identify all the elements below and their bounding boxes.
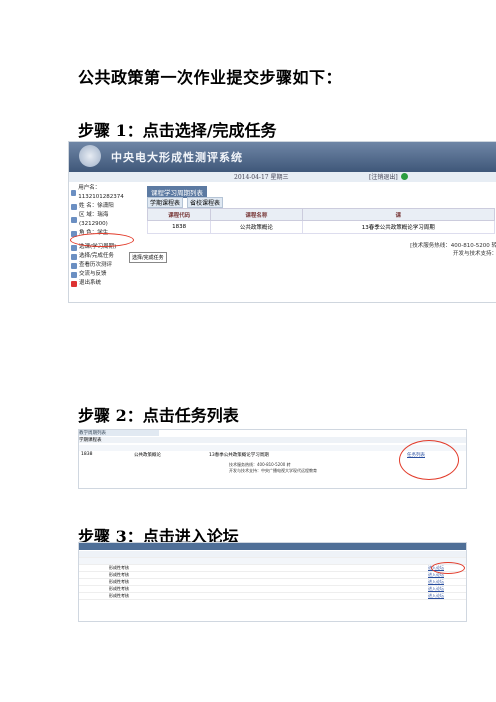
logout-icon[interactable]: [401, 173, 408, 180]
table-row: 形成性考核 进入论坛: [79, 565, 466, 572]
table-row: 形成性考核 进入论坛: [79, 586, 466, 593]
subheader: 学期课程表: [79, 437, 466, 443]
screenshot-step-1: 中央电大形成性测评系统 2014-04-17 星期三 [注销退出] 用户名：11…: [68, 141, 496, 303]
region-icon: [71, 217, 77, 223]
exit-icon: [71, 280, 77, 287]
highlight-circle: [70, 233, 134, 247]
logout-link[interactable]: [注销退出]: [369, 172, 398, 181]
menu-item-feedback[interactable]: 交流与反馈: [71, 270, 137, 279]
course-table: 课程代码 课程名称 课 1838 公共政策概论 13春季公共政策概论学习周期: [146, 208, 496, 234]
step-2-heading: 步骤 2：点击任务列表: [78, 406, 239, 425]
tooltip: 选择/完成任务: [129, 252, 167, 263]
system-banner: 中央电大形成性测评系统: [69, 142, 496, 172]
header-row: [79, 551, 466, 558]
step-1-heading: 步骤 1：点击选择/完成任务: [78, 121, 277, 140]
user-icon: [71, 190, 77, 196]
system-title: 中央电大形成性测评系统: [111, 151, 243, 164]
table-header: 课程名称: [210, 208, 303, 221]
menu-icon: [71, 271, 77, 278]
table-row: 形成性考核 进入论坛: [79, 593, 466, 600]
highlight-circle: [431, 562, 465, 574]
page-title: 公共政策第一次作业提交步骤如下：: [78, 68, 343, 87]
menu-item-exit[interactable]: 退出系统: [71, 279, 137, 288]
top-header: [79, 543, 466, 550]
user-field: 用户名：1132101282374: [71, 184, 137, 202]
table-row: 形成性考核 进入论坛: [79, 579, 466, 586]
current-date: 2014-04-17 星期三: [234, 174, 289, 181]
menu-item-history[interactable]: 查看历次测评: [71, 261, 137, 270]
support-info: [技术服务热线：400-810-5200 转 开发与技术支持：: [410, 243, 496, 257]
menu-icon: [71, 253, 77, 260]
table-header: 课程代码: [146, 208, 212, 221]
user-icon: [71, 203, 77, 210]
menu-icon: [71, 262, 77, 269]
table-row: 形成性考核 进入论坛: [79, 572, 466, 579]
system-logo-icon: [79, 145, 101, 167]
tab-semester-courses[interactable]: 学期课程表: [147, 197, 184, 208]
tab-province-courses[interactable]: 省校课程表: [187, 197, 224, 208]
footer: 技术服务热线：400-810-5200 转 开发与技术支持：中央广播电视大学现代…: [229, 462, 317, 473]
user-field: 区 域：瑞海(3212900): [71, 211, 137, 229]
user-field: 姓 名：徐潇阳: [71, 202, 137, 211]
table-header: 课: [301, 208, 496, 221]
menu-icon: [71, 244, 77, 251]
status-bar: 2014-04-17 星期三 [注销退出]: [69, 172, 496, 182]
table-row: 1838 公共政策概论 13春季公共政策概论学习周期: [146, 220, 496, 234]
list-header: 教学周期列表: [79, 430, 159, 436]
screenshot-step-2: 教学周期列表 学期课程表 1838 公共政策概论 13春季公共政策概论学习周期 …: [78, 429, 467, 489]
column-headers: [79, 558, 466, 565]
menu-item-complete-task[interactable]: 选择/完成任务: [71, 252, 137, 261]
highlight-circle: [399, 440, 459, 480]
screenshot-step-3: 形成性考核 进入论坛 形成性考核 进入论坛 形成性考核 进入论坛 形成性考核 进入论坛 …: [78, 542, 467, 622]
